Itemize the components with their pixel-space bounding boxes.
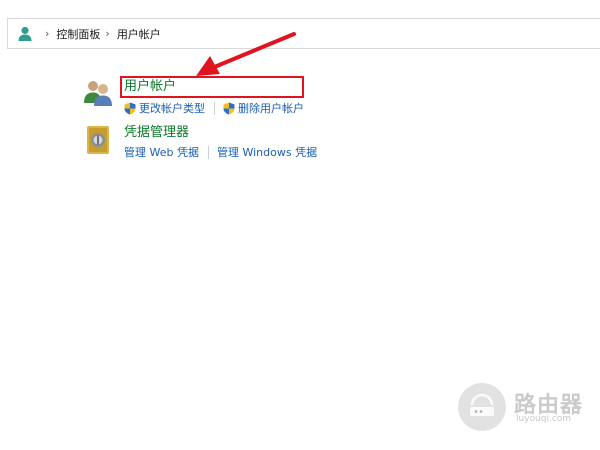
category-credential-manager: 凭据管理器 管理 Web 凭据 管理 Windows 凭据 — [82, 124, 317, 160]
delete-user-account-label: 删除用户帐户 — [238, 102, 304, 115]
category-title-credential-manager[interactable]: 凭据管理器 — [124, 124, 317, 142]
uac-shield-icon — [124, 102, 136, 114]
uac-shield-icon — [223, 102, 235, 114]
change-account-type-link[interactable]: 更改帐户类型 — [124, 100, 205, 116]
chevron-right-icon: › — [45, 27, 50, 40]
delete-user-account-link[interactable]: 删除用户帐户 — [223, 100, 304, 116]
annotation-arrow — [196, 32, 296, 76]
link-separator — [214, 101, 215, 115]
manage-windows-credentials-link[interactable]: 管理 Windows 凭据 — [217, 144, 317, 160]
user-accounts-icon — [18, 26, 32, 41]
breadcrumb-control-panel[interactable]: 控制面板 — [56, 26, 100, 42]
manage-web-credentials-link[interactable]: 管理 Web 凭据 — [124, 144, 199, 160]
chevron-right-icon: › — [105, 27, 110, 40]
watermark-subtext: luyouqi.com — [516, 414, 572, 424]
watermark: 路由器 luyouqi.com — [458, 383, 600, 433]
link-separator — [207, 145, 209, 159]
address-bar[interactable]: › 控制面板 › 用户帐户 — [7, 18, 600, 49]
user-accounts-icon[interactable] — [82, 76, 114, 108]
router-logo-icon — [458, 383, 506, 431]
change-account-type-label: 更改帐户类型 — [139, 102, 205, 115]
breadcrumb-user-accounts[interactable]: 用户帐户 — [117, 26, 161, 42]
credential-manager-icon[interactable] — [82, 124, 114, 156]
